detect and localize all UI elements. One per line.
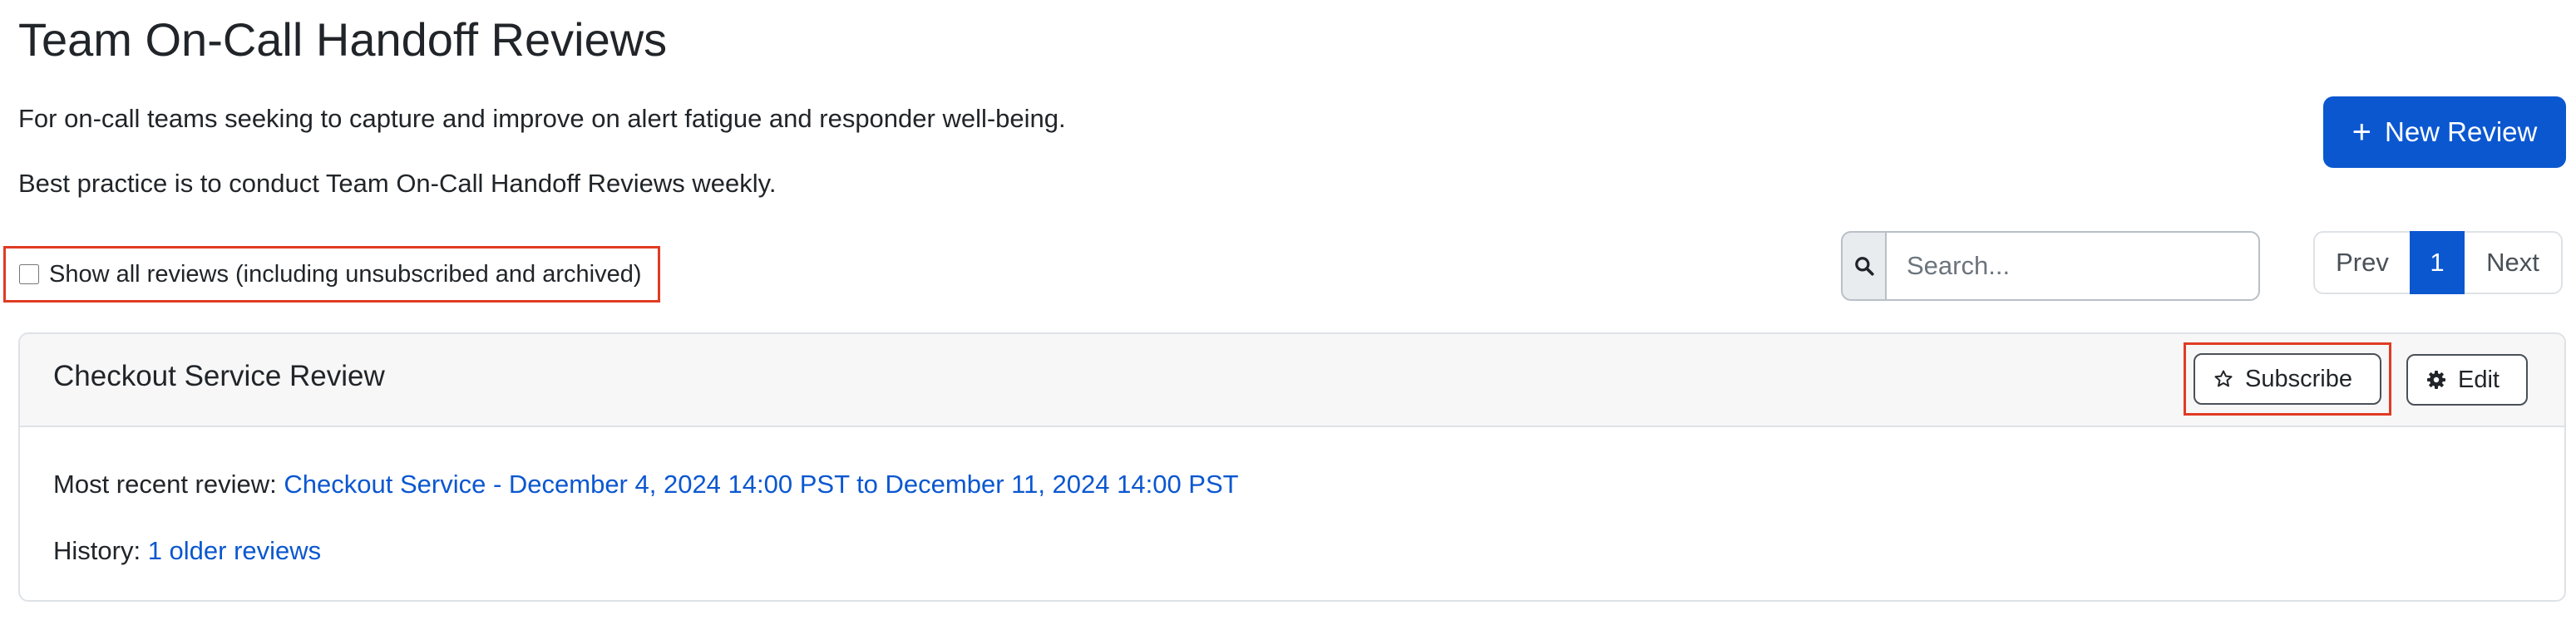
next-page-button[interactable]: Next <box>2465 231 2563 294</box>
current-page-button[interactable]: 1 <box>2410 231 2465 294</box>
review-name: Checkout Service Review <box>53 360 385 392</box>
edit-label: Edit <box>2458 366 2500 393</box>
search-group <box>1841 231 2260 301</box>
subscribe-button[interactable]: Subscribe <box>2194 353 2381 405</box>
page-description: For on-call teams seeking to capture and… <box>18 104 1066 133</box>
new-review-button[interactable]: + New Review <box>2323 96 2566 168</box>
review-history: History: 1 older reviews <box>53 535 321 566</box>
show-all-checkbox[interactable] <box>19 264 39 284</box>
review-card: Checkout Service Review Subscribe Edit M… <box>18 332 2566 602</box>
star-icon <box>2214 370 2233 387</box>
most-recent-label: Most recent review: <box>53 470 277 499</box>
subscribe-highlight: Subscribe <box>2184 342 2391 416</box>
search-icon[interactable] <box>1841 231 1885 301</box>
new-review-label: New Review <box>2384 116 2538 147</box>
prev-page-button[interactable]: Prev <box>2313 231 2410 294</box>
best-practice-note: Best practice is to conduct Team On-Call… <box>18 169 777 198</box>
most-recent-review-link[interactable]: Checkout Service - December 4, 2024 14:0… <box>284 470 1238 499</box>
subscribe-label: Subscribe <box>2245 365 2352 392</box>
edit-button[interactable]: Edit <box>2406 354 2528 406</box>
older-reviews-link[interactable]: 1 older reviews <box>148 536 321 565</box>
pagination: Prev 1 Next <box>2313 231 2563 294</box>
most-recent-review: Most recent review: Checkout Service - D… <box>53 469 1239 499</box>
history-label: History: <box>53 536 141 565</box>
plus-icon: + <box>2351 114 2371 150</box>
search-input[interactable] <box>1885 231 2260 301</box>
show-all-reviews-toggle[interactable]: Show all reviews (including unsubscribed… <box>3 246 660 303</box>
gear-icon <box>2427 371 2445 389</box>
show-all-label: Show all reviews (including unsubscribed… <box>49 260 642 288</box>
review-card-header: Checkout Service Review Subscribe Edit <box>20 334 2564 427</box>
page-title: Team On-Call Handoff Reviews <box>18 13 668 66</box>
